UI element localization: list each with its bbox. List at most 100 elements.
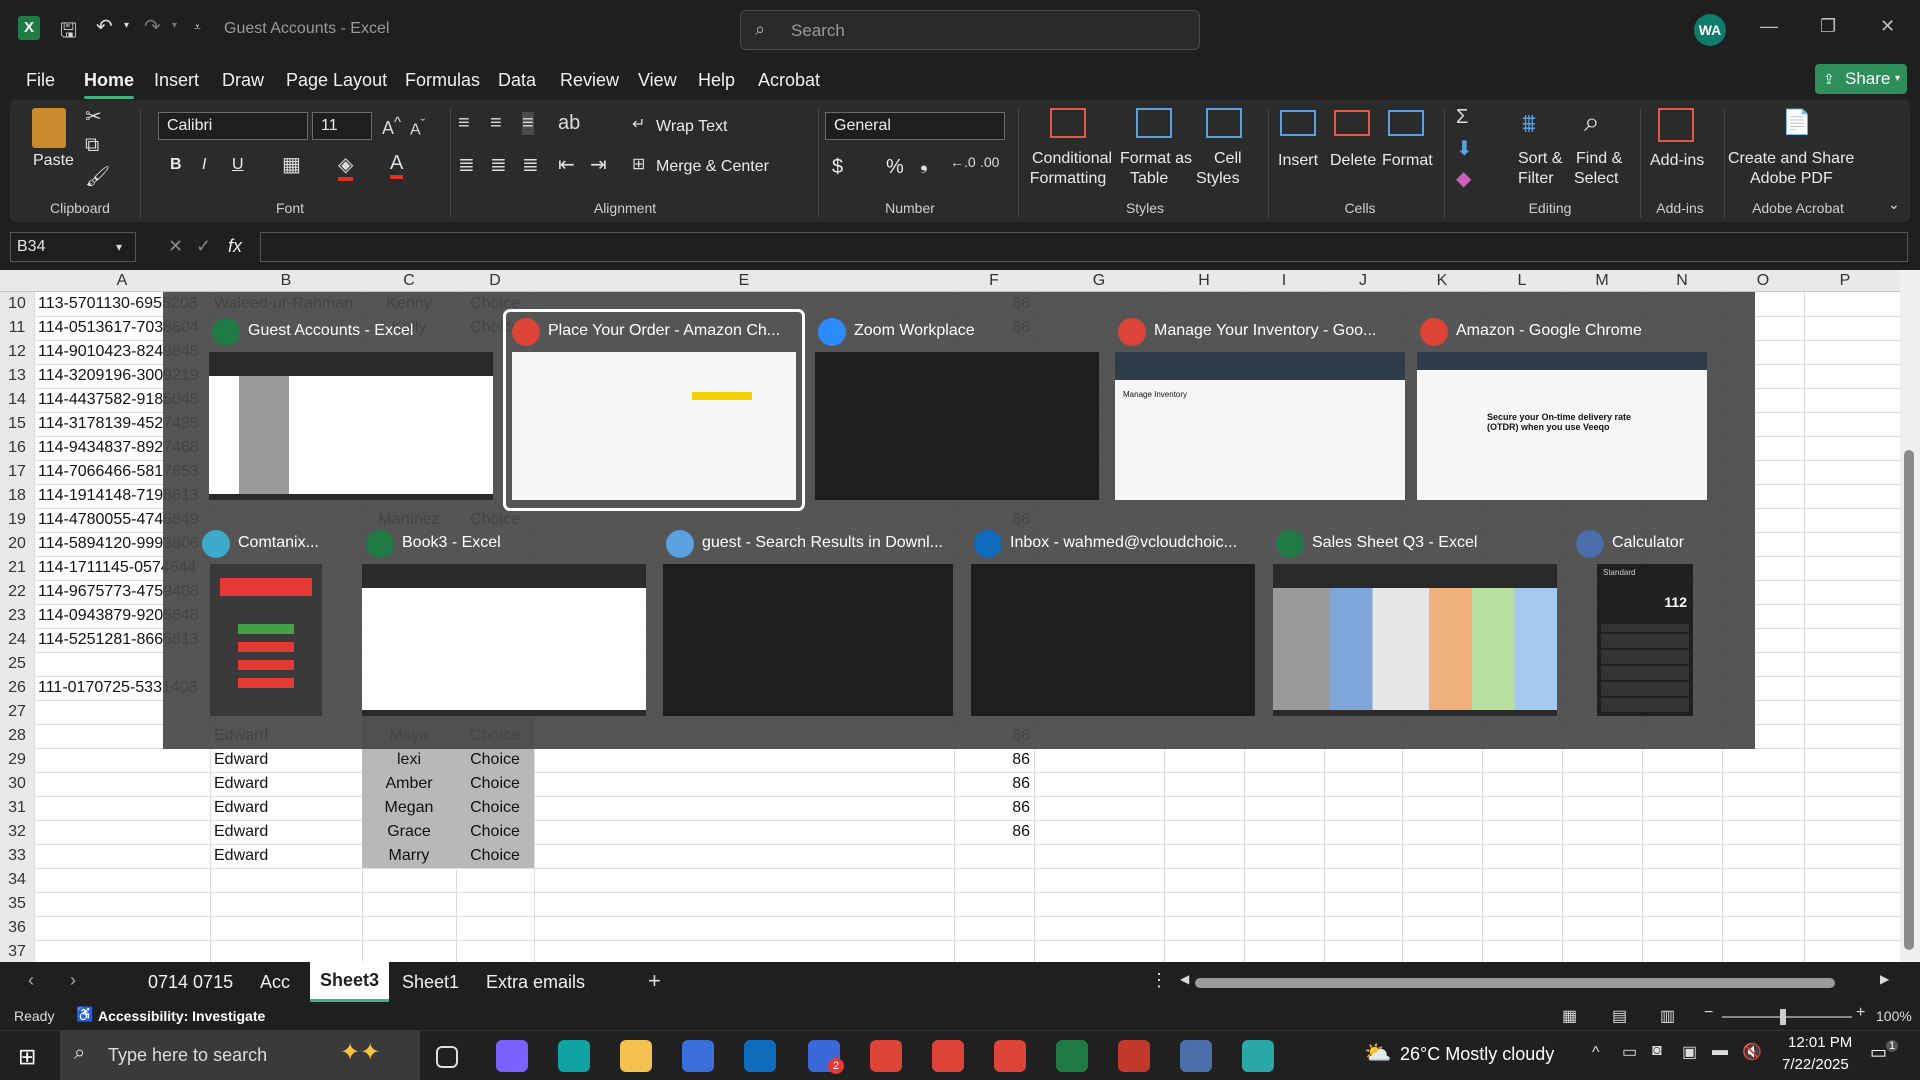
task-window-6[interactable]: Comtanix... [196, 524, 336, 724]
zoom-level[interactable]: 100% [1876, 1008, 1912, 1024]
clock-time[interactable]: 12:01 PM [1788, 1034, 1852, 1051]
row-header[interactable]: 18 [0, 484, 34, 508]
cell-b30[interactable]: Edward [210, 772, 362, 796]
page-break-icon[interactable]: ▥ [1660, 1006, 1675, 1026]
task-window-4[interactable]: Manage Your Inventory - Goo... Manage Inv… [1112, 312, 1408, 508]
cell-a33[interactable] [34, 844, 210, 868]
page-layout-icon[interactable]: ▤ [1612, 1006, 1627, 1026]
task-window-11[interactable]: Calculator Standard 112 [1570, 524, 1720, 724]
vertical-scroll-thumb[interactable] [1904, 450, 1914, 950]
volume-muted-icon[interactable]: 🔇 [1742, 1042, 1762, 1062]
cell-f37[interactable] [954, 940, 1034, 964]
cell-f36[interactable] [954, 916, 1034, 940]
row-header[interactable]: 30 [0, 772, 34, 796]
accessibility-status[interactable]: Accessibility: Investigate [98, 1008, 265, 1024]
horizontal-scroll-thumb[interactable] [1195, 978, 1835, 988]
row-header[interactable]: 24 [0, 628, 34, 652]
cell-f31[interactable]: 86 [954, 796, 1034, 820]
zoom-slider-thumb[interactable] [1780, 1009, 1786, 1025]
tab-sheet1[interactable]: Sheet1 [402, 972, 459, 993]
cell-c36[interactable] [362, 916, 456, 940]
row-header[interactable]: 15 [0, 412, 34, 436]
cell-f30[interactable]: 86 [954, 772, 1034, 796]
cell-c30[interactable]: Amber [362, 772, 456, 796]
cell-f33[interactable] [954, 844, 1034, 868]
cell-c34[interactable] [362, 868, 456, 892]
edge-icon[interactable] [558, 1040, 590, 1072]
row-header[interactable]: 31 [0, 796, 34, 820]
store-icon[interactable] [682, 1040, 714, 1072]
cell-d29[interactable]: Choice [456, 748, 534, 772]
file-explorer-icon[interactable] [620, 1040, 652, 1072]
row-header[interactable]: 20 [0, 532, 34, 556]
normal-view-icon[interactable]: ▦ [1562, 1006, 1577, 1026]
row-header[interactable]: 35 [0, 892, 34, 916]
cell-a35[interactable] [34, 892, 210, 916]
row-header[interactable]: 32 [0, 820, 34, 844]
cell-c29[interactable]: lexi [362, 748, 456, 772]
row-header[interactable]: 12 [0, 340, 34, 364]
row-header[interactable]: 26 [0, 676, 34, 700]
cell-a36[interactable] [34, 916, 210, 940]
cell-d31[interactable]: Choice [456, 796, 534, 820]
calculator-icon[interactable] [1180, 1040, 1212, 1072]
cell-b31[interactable]: Edward [210, 796, 362, 820]
cell-c35[interactable] [362, 892, 456, 916]
cell-f32[interactable]: 86 [954, 820, 1034, 844]
cell-b34[interactable] [210, 868, 362, 892]
tab-0714-0715[interactable]: 0714 0715 [148, 972, 233, 993]
filezilla-icon[interactable] [1118, 1040, 1150, 1072]
chrome-icon[interactable] [994, 1040, 1026, 1072]
battery-icon[interactable]: ▬ [1712, 1042, 1728, 1060]
cell-b36[interactable] [210, 916, 362, 940]
row-header[interactable]: 19 [0, 508, 34, 532]
row-header[interactable]: 29 [0, 748, 34, 772]
row-header[interactable]: 22 [0, 580, 34, 604]
next-sheet-icon[interactable]: › [70, 970, 76, 991]
cell-a34[interactable] [34, 868, 210, 892]
cell-d32[interactable]: Choice [456, 820, 534, 844]
cell-b35[interactable] [210, 892, 362, 916]
network-icon[interactable]: ▭ [1622, 1042, 1637, 1062]
cell-f34[interactable] [954, 868, 1034, 892]
weather-text[interactable]: 26°C Mostly cloudy [1400, 1044, 1554, 1065]
copilot-icon[interactable] [496, 1040, 528, 1072]
clock-date[interactable]: 7/22/2025 [1782, 1056, 1849, 1073]
task-window-5[interactable]: Amazon - Google Chrome Secure your On-tim… [1414, 312, 1710, 508]
cell-d36[interactable] [456, 916, 534, 940]
prev-sheet-icon[interactable]: ‹ [28, 970, 34, 991]
tab-acc[interactable]: Acc [260, 972, 290, 993]
tab-sheet3[interactable]: Sheet3 [310, 962, 390, 1002]
row-header[interactable]: 37 [0, 940, 34, 964]
cell-f29[interactable]: 86 [954, 748, 1034, 772]
cell-a32[interactable] [34, 820, 210, 844]
taskbar-search[interactable]: ⌕ Type here to search ✦✦ [60, 1030, 420, 1080]
chrome-icon[interactable] [870, 1040, 902, 1072]
task-window-10[interactable]: Sales Sheet Q3 - Excel [1270, 524, 1560, 724]
cell-d30[interactable]: Choice [456, 772, 534, 796]
task-window-8[interactable]: guest - Search Results in Downl... [660, 524, 956, 724]
row-header[interactable]: 13 [0, 364, 34, 388]
cell-c31[interactable]: Megan [362, 796, 456, 820]
cell-c32[interactable]: Grace [362, 820, 456, 844]
task-view-icon[interactable] [436, 1046, 458, 1068]
cell-d34[interactable] [456, 868, 534, 892]
zoom-in-icon[interactable]: + [1856, 1004, 1865, 1022]
cell-a31[interactable] [34, 796, 210, 820]
row-header[interactable]: 14 [0, 388, 34, 412]
scroll-left-icon[interactable]: ◀ [1180, 972, 1189, 986]
cell-d35[interactable] [456, 892, 534, 916]
notification-icon[interactable]: ▭ [1870, 1042, 1887, 1063]
task-window-2[interactable]: Place Your Order - Amazon Ch... [503, 309, 805, 511]
row-header[interactable]: 33 [0, 844, 34, 868]
cell-c37[interactable] [362, 940, 456, 964]
cell-c33[interactable]: Marry [362, 844, 456, 868]
row-header[interactable]: 11 [0, 316, 34, 340]
cell-b33[interactable]: Edward [210, 844, 362, 868]
excel-icon[interactable] [1056, 1040, 1088, 1072]
windows-start-icon[interactable]: ⊞ [18, 1044, 36, 1070]
cell-b37[interactable] [210, 940, 362, 964]
tab-extra-emails[interactable]: Extra emails [486, 972, 585, 993]
display-icon[interactable]: ▣ [1682, 1042, 1697, 1062]
task-window-9[interactable]: Inbox - wahmed@vcloudchoic... [968, 524, 1258, 724]
